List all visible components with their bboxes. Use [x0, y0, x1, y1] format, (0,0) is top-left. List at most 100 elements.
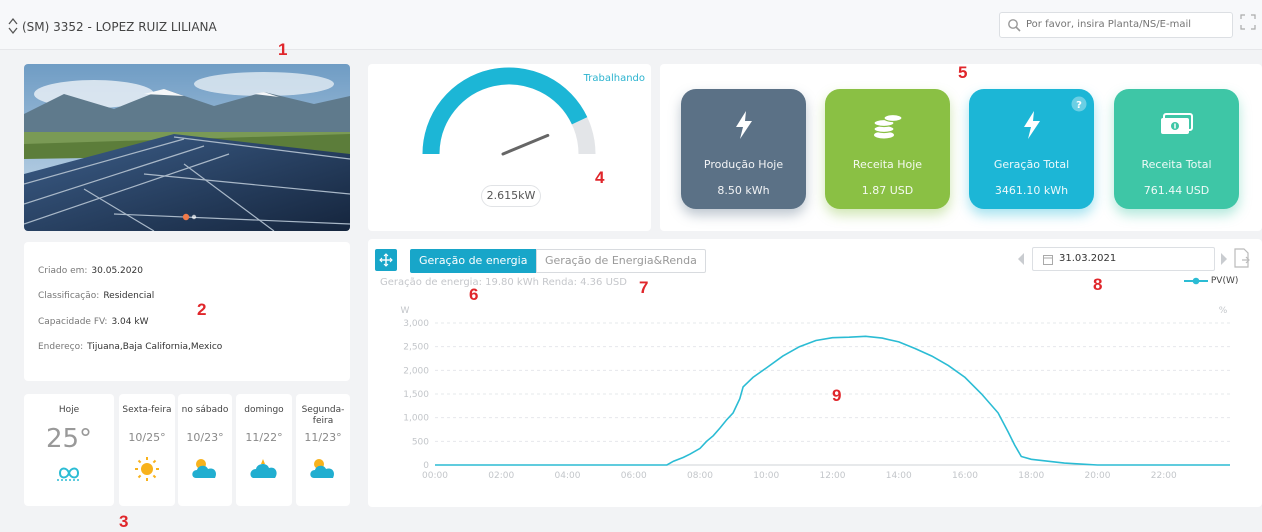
weather-day-temp: 10/25° — [128, 431, 166, 444]
cloudy-icon — [250, 459, 277, 478]
kpi-value: 8.50 kWh — [717, 184, 770, 197]
marker-6: 6 — [469, 285, 479, 304]
prev-date-arrow[interactable] — [1018, 253, 1024, 265]
marker-5: 5 — [958, 63, 968, 82]
address-row: Endereço: Tijuana,Baja California,Mexico — [38, 342, 222, 352]
weather-day-card: domingo 11/22° — [236, 394, 292, 506]
chart-summary: Geração de energia: 19.80 kWh Renda: 4.3… — [380, 277, 627, 288]
fullscreen-icon[interactable] — [1240, 14, 1256, 30]
next-date-arrow[interactable] — [1221, 253, 1227, 265]
switch-plant-icon[interactable] — [7, 17, 19, 35]
weather-day-temp: 10/23° — [186, 431, 224, 444]
weather-day-label: no sábado — [181, 405, 229, 415]
kpi-production-today[interactable]: Produção Hoje 8.50 kWh — [681, 89, 806, 209]
expand-button[interactable] — [375, 249, 397, 271]
wind-icon — [57, 467, 81, 481]
header-bar: (SM) 3352 - LOPEZ RUIZ LILIANA — [0, 0, 1262, 50]
x-tick-label: 08:00 — [687, 471, 713, 481]
lightning-icon — [1023, 111, 1040, 139]
kpi-total-revenue[interactable]: Receita Total 761.44 USD — [1114, 89, 1239, 209]
export-icon[interactable] — [1234, 248, 1250, 268]
marker-4: 4 — [595, 168, 605, 187]
kpi-total-generation[interactable]: ? Geração Total 3461.10 kWh — [969, 89, 1094, 209]
weather-today-card: Hoje 25° — [24, 394, 114, 506]
x-tick-label: 18:00 — [1018, 471, 1044, 481]
capacity-label: Capacidade FV: — [38, 317, 108, 327]
tab-energy-generation[interactable]: Geração de energia — [410, 249, 537, 273]
partly-cloudy-icon — [192, 459, 217, 478]
created-value: 30.05.2020 — [91, 266, 143, 276]
weather-day-label: Hoje — [58, 405, 80, 415]
x-tick-label: 12:00 — [820, 471, 846, 481]
marker-8: 8 — [1093, 275, 1103, 294]
x-tick-label: 06:00 — [621, 471, 647, 481]
sun-icon — [135, 457, 159, 481]
gauge-needle — [501, 133, 550, 156]
chart-legend[interactable]: PV(W) — [1184, 276, 1238, 286]
y-axis-unit-right: % — [1219, 306, 1228, 316]
x-tick-label: 10:00 — [753, 471, 779, 481]
weather-day-card: Segunda-feira 11/23° — [296, 394, 350, 506]
weather-day-label: Segunda-feira — [301, 405, 345, 426]
kpi-revenue-today[interactable]: Receita Hoje 1.87 USD — [825, 89, 950, 209]
weather-day-temp: 11/22° — [245, 431, 283, 444]
plant-title[interactable]: (SM) 3352 - LOPEZ RUIZ LILIANA — [22, 20, 217, 34]
x-tick-label: 16:00 — [952, 471, 978, 481]
date-picker[interactable]: 31.03.2021 — [1032, 247, 1215, 271]
x-tick-label: 02:00 — [488, 471, 514, 481]
move-icon — [379, 253, 393, 267]
status-text: Trabalhando — [583, 73, 645, 84]
partly-cloudy-icon — [310, 459, 335, 478]
classification-value: Residencial — [103, 291, 155, 301]
created-label: Criado em: — [38, 266, 88, 276]
kpi-label: Produção Hoje — [703, 158, 784, 171]
x-tick-label: 04:00 — [555, 471, 581, 481]
calendar-icon — [1043, 255, 1053, 265]
x-tick-label: 20:00 — [1085, 471, 1111, 481]
date-value: 31.03.2021 — [1059, 253, 1117, 264]
gauge-fill — [422, 67, 588, 155]
tab-energy-revenue[interactable]: Geração de Energia&Renda — [536, 249, 706, 273]
y-tick-label: 1,500 — [403, 390, 429, 400]
y-tick-label: 0 — [423, 461, 429, 471]
kpi-label: Receita Hoje — [852, 158, 923, 171]
weather-day-card: Sexta-feira 10/25° — [119, 394, 175, 506]
weather-day-label: Sexta-feira — [122, 405, 172, 415]
classification-row: Classificação: Residencial — [38, 291, 154, 301]
y-tick-label: 2,500 — [403, 343, 429, 353]
svg-text:?: ? — [1076, 100, 1082, 111]
kpi-value: 1.87 USD — [861, 184, 914, 197]
y-axis-unit: W — [401, 306, 410, 316]
search-box[interactable] — [999, 12, 1233, 38]
marker-2: 2 — [197, 300, 207, 319]
y-tick-label: 500 — [412, 437, 429, 447]
capacity-row: Capacidade FV: 3.04 kW — [38, 317, 148, 327]
legend-label: PV(W) — [1210, 276, 1239, 286]
kpi-value: 3461.10 kWh — [994, 184, 1069, 197]
x-tick-label: 14:00 — [886, 471, 912, 481]
help-icon[interactable]: ? — [1071, 96, 1087, 112]
kpi-value: 761.44 USD — [1143, 184, 1210, 197]
marker-9: 9 — [832, 386, 842, 405]
kpi-card: Produção Hoje 8.50 kWh Receita Hoje 1.87… — [660, 64, 1262, 231]
kpi-label: Receita Total — [1141, 158, 1212, 171]
plant-photo — [24, 64, 350, 231]
power-gauge-card: Trabalhando 2.615kW — [368, 64, 651, 231]
weather-day-temp: 11/23° — [304, 431, 342, 444]
address-value: Tijuana,Baja California,Mexico — [87, 342, 223, 352]
x-tick-label: 00:00 — [422, 471, 448, 481]
energy-chart-card: 0 500 1,000 1,500 2,000 2,500 3,000 00:00 02:00 0… — [368, 239, 1262, 507]
search-input[interactable] — [1026, 19, 1226, 30]
lightning-icon — [735, 111, 752, 139]
coins-icon — [872, 113, 903, 139]
weather-today-temp: 25° — [45, 424, 93, 454]
power-value: 2.615kW — [481, 185, 541, 207]
marker-3: 3 — [119, 512, 129, 531]
kpi-label: Geração Total — [993, 158, 1070, 171]
y-tick-label: 2,000 — [403, 366, 429, 376]
x-tick-label: 22:00 — [1151, 471, 1177, 481]
classification-label: Classificação: — [38, 291, 100, 301]
marker-7: 7 — [639, 278, 649, 297]
address-label: Endereço: — [38, 342, 84, 352]
weather-day-card: no sábado 10/23° — [178, 394, 232, 506]
